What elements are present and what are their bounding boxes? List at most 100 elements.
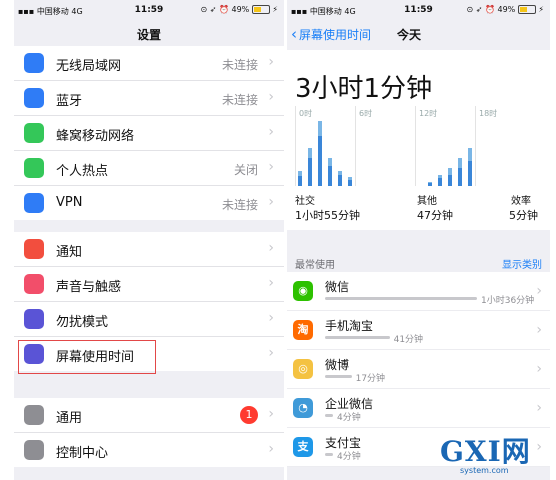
settings-row-label: 无线局域网: [56, 59, 122, 74]
gear-icon: [24, 405, 44, 425]
chevron-right-icon: ›: [268, 275, 274, 291]
settings-row[interactable]: 蓝牙 未连接 ›: [14, 81, 284, 116]
usage-bar: [325, 414, 333, 417]
settings-row-label: VPN: [56, 195, 83, 210]
category-other-value: 47分钟: [417, 209, 453, 222]
usage-bar-social: [338, 174, 342, 186]
settings-row-label: 勿扰模式: [56, 315, 109, 330]
status-right-icons: ⊙ ➶ ⏰ 49% ⚡: [466, 5, 544, 14]
wechat-icon: ◉: [293, 281, 313, 301]
category-social-value: 1小时55分钟: [295, 209, 360, 222]
battery-icon: [251, 5, 270, 14]
usage-bar-other: [438, 174, 442, 179]
category-productivity-label: 效率: [511, 196, 531, 207]
show-categories-button[interactable]: 显示类别: [502, 256, 542, 271]
category-productivity-value: 5分钟: [509, 209, 538, 222]
screen-time-screen: ▪▪▪ 中国移动 4G 11:59 ⊙ ➶ ⏰ 49% ⚡ ‹ 屏幕使用时间 今天…: [287, 0, 550, 480]
settings-row[interactable]: 蜂窝移动网络 ›: [14, 116, 284, 151]
settings-row-value: 未连接: [221, 93, 258, 107]
app-name: 手机淘宝: [325, 319, 374, 333]
settings-row-label: 个人热点: [56, 164, 109, 179]
usage-bar-social: [318, 135, 322, 186]
app-usage-row[interactable]: ◔ 企业微信 4分钟 ›: [287, 389, 550, 428]
chevron-right-icon: ›: [268, 310, 274, 326]
weibo-icon: ◎: [293, 359, 313, 379]
settings-row[interactable]: 控制中心 ›: [14, 433, 284, 467]
settings-row[interactable]: 声音与触感 ›: [14, 267, 284, 302]
settings-row-label: 蓝牙: [56, 94, 83, 109]
usage-bar-other: [348, 177, 352, 180]
chevron-right-icon: ›: [268, 124, 274, 140]
usage-bar-other: [318, 120, 322, 136]
usage-bar-social: [428, 183, 432, 186]
usage-bar: [325, 453, 333, 456]
watermark: GXI网 system.com: [440, 430, 542, 476]
chevron-right-icon: ›: [268, 89, 274, 105]
wifi-icon: [24, 53, 44, 73]
chevron-right-icon: ›: [268, 54, 274, 70]
usage-bar-other: [428, 182, 432, 184]
settings-row-label: 通知: [56, 245, 83, 260]
connectivity-group: 无线局域网 未连接 › 蓝牙 未连接 › 蜂窝移动网络 › 个人热点 关闭 › VPN 未连接 ›: [14, 46, 284, 220]
settings-row[interactable]: 通知 ›: [14, 232, 284, 267]
settings-row[interactable]: 通用 1 ›: [14, 398, 284, 433]
status-bar: ▪▪▪ 中国移动 4G 11:59 ⊙ ➶ ⏰ 49% ⚡: [287, 0, 550, 20]
sound-icon: [24, 274, 44, 294]
chevron-right-icon: ›: [268, 159, 274, 175]
settings-row[interactable]: 无线局域网 未连接 ›: [14, 46, 284, 81]
app-usage-time: 1小时36分钟: [481, 296, 535, 306]
app-name: 微博: [325, 358, 350, 372]
chevron-right-icon: ›: [268, 441, 274, 457]
chevron-right-icon: ›: [536, 322, 542, 338]
category-other-label: 其他: [417, 196, 437, 207]
app-usage-row[interactable]: ◉ 微信 1小时36分钟 ›: [287, 272, 550, 311]
settings-row-label: 蜂窝移动网络: [56, 129, 135, 144]
usage-bar-social: [308, 158, 312, 186]
settings-navbar: 设置: [14, 20, 284, 46]
taobao-icon: 淘: [293, 320, 313, 340]
settings-row[interactable]: VPN 未连接 ›: [14, 186, 284, 220]
chevron-right-icon: ›: [268, 406, 274, 422]
control-center-icon: [24, 440, 44, 460]
app-usage-row[interactable]: ◎ 微博 17分钟 ›: [287, 350, 550, 389]
status-right-icons: ⊙ ➶ ⏰ 49% ⚡: [200, 5, 278, 14]
chevron-right-icon: ›: [268, 194, 274, 210]
page-title: 今天: [397, 28, 422, 42]
app-usage-time: 4分钟: [337, 413, 361, 423]
app-usage-time: 41分钟: [393, 335, 424, 345]
chevron-right-icon: ›: [268, 240, 274, 256]
settings-row-label: 控制中心: [56, 446, 109, 461]
watermark-site: system.com: [460, 466, 509, 475]
general-group: 通用 1 › 控制中心 ›: [14, 398, 284, 467]
bluetooth-icon: [24, 88, 44, 108]
wecom-icon: ◔: [293, 398, 313, 418]
usage-bar-other: [328, 158, 332, 166]
usage-bar-social: [348, 179, 352, 186]
settings-row-value: 关闭: [233, 163, 258, 177]
settings-row-label: 通用: [56, 411, 83, 426]
usage-bar-social: [448, 174, 452, 186]
settings-row[interactable]: 个人热点 关闭 ›: [14, 151, 284, 186]
usage-bar: [325, 375, 352, 378]
status-bar: ▪▪▪ 中国移动 4G 11:59 ⊙ ➶ ⏰ 49% ⚡: [14, 0, 284, 20]
usage-bar-other: [448, 168, 452, 175]
notification-badge: 1: [240, 406, 258, 424]
back-button[interactable]: ‹ 屏幕使用时间: [291, 25, 371, 43]
page-title: 设置: [136, 28, 161, 42]
settings-row-value: 未连接: [221, 198, 258, 212]
app-name: 微信: [325, 280, 350, 294]
usage-bar-other: [338, 170, 342, 175]
app-usage-time: 17分钟: [355, 374, 386, 384]
chevron-right-icon: ›: [536, 361, 542, 377]
usage-bar-social: [458, 168, 462, 186]
screenshot-stage: ▪▪▪ 中国移动 4G 11:59 ⊙ ➶ ⏰ 49% ⚡ 设置 无线局域网 未连…: [0, 0, 556, 480]
hourly-usage-chart[interactable]: [295, 106, 535, 186]
usage-bar-social: [468, 160, 472, 186]
battery-icon: [517, 5, 536, 14]
usage-bar-social: [298, 175, 302, 186]
usage-bar-social: [328, 165, 332, 186]
hotspot-icon: [24, 158, 44, 178]
app-usage-row[interactable]: 淘手机淘宝 41分钟 ›: [287, 311, 550, 350]
moon-icon: [24, 309, 44, 329]
settings-row[interactable]: 勿扰模式 ›: [14, 302, 284, 337]
